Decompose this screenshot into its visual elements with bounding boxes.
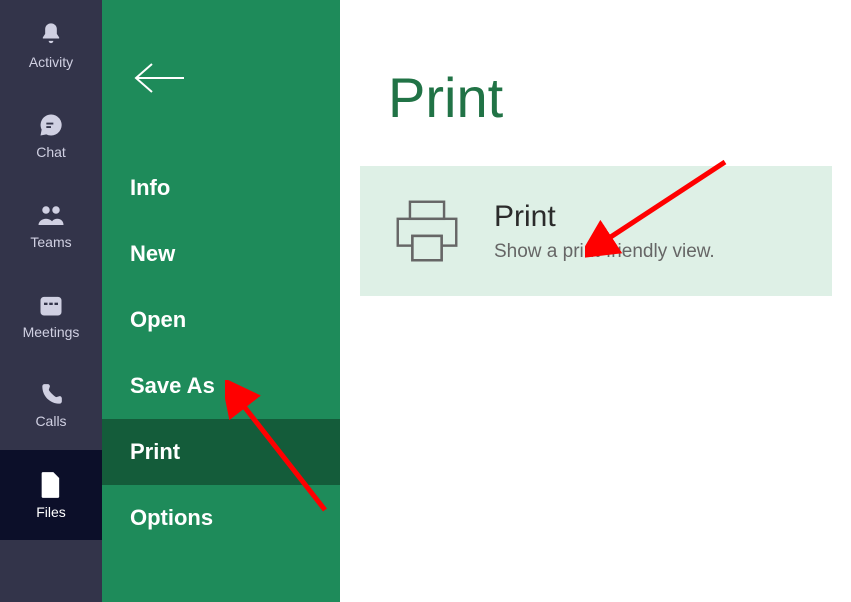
print-card-title: Print xyxy=(494,202,715,232)
rail-item-files[interactable]: Files xyxy=(0,450,102,540)
rail-item-label: Activity xyxy=(29,55,73,69)
backstage-item-open[interactable]: Open xyxy=(102,287,340,353)
main-panel: Print Print Show a print-friendly view. xyxy=(340,0,851,602)
print-card[interactable]: Print Show a print-friendly view. xyxy=(360,166,832,296)
backstage-item-info[interactable]: Info xyxy=(102,155,340,221)
backstage-item-saveas[interactable]: Save As xyxy=(102,353,340,419)
page-title: Print xyxy=(388,70,851,126)
print-card-texts: Print Show a print-friendly view. xyxy=(494,202,715,261)
print-card-subtitle: Show a print-friendly view. xyxy=(494,242,715,261)
bell-icon xyxy=(37,21,65,49)
calendar-icon xyxy=(37,291,65,319)
backstage-item-print[interactable]: Print xyxy=(102,419,340,485)
back-button[interactable] xyxy=(102,0,340,155)
chat-icon xyxy=(37,111,65,139)
rail-item-label: Teams xyxy=(30,235,71,249)
rail-item-activity[interactable]: Activity xyxy=(0,0,102,90)
printer-icon xyxy=(388,192,466,270)
back-arrow-icon xyxy=(130,60,186,96)
rail-item-label: Files xyxy=(36,505,66,519)
rail-item-label: Calls xyxy=(35,414,66,428)
rail-item-label: Meetings xyxy=(23,325,80,339)
rail-item-teams[interactable]: Teams xyxy=(0,180,102,270)
rail-item-meetings[interactable]: Meetings xyxy=(0,270,102,360)
rail-item-calls[interactable]: Calls xyxy=(0,360,102,450)
people-icon xyxy=(36,201,66,229)
rail-item-label: Chat xyxy=(36,145,66,159)
backstage-item-new[interactable]: New xyxy=(102,221,340,287)
phone-icon xyxy=(38,382,64,408)
teams-navigation-rail: Activity Chat Teams Meetings Calls xyxy=(0,0,102,602)
backstage-menu: Info New Open Save As Print Options xyxy=(102,0,340,602)
backstage-item-options[interactable]: Options xyxy=(102,485,340,551)
rail-item-chat[interactable]: Chat xyxy=(0,90,102,180)
file-icon xyxy=(39,471,63,499)
